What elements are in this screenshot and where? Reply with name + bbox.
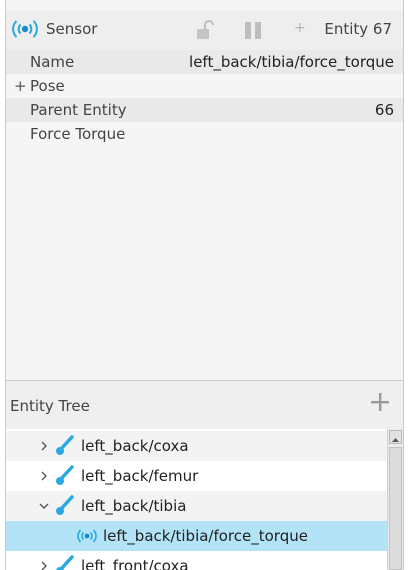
property-label: Name [30, 53, 75, 71]
unlocked-padlock-icon[interactable] [196, 20, 214, 40]
component-inspector-panel: Sensor + Entity 67 Name left_back/tibia/… [5, 0, 404, 570]
sensor-icon [77, 529, 97, 543]
expand-plus-icon[interactable]: + [14, 74, 27, 98]
link-icon [56, 465, 74, 485]
triangle-up-icon [392, 438, 399, 442]
scrollbar-thumb[interactable] [389, 447, 402, 570]
tree-item-label: left_back/femur [81, 467, 199, 485]
tree-item-label: left_back/coxa [81, 437, 189, 455]
plus-icon[interactable]: + [294, 20, 306, 36]
property-label: Pose [30, 77, 65, 95]
component-title: Sensor [46, 20, 98, 38]
link-icon [56, 495, 74, 515]
entity-tree-title: Entity Tree [10, 397, 90, 415]
tree-item-label: left_back/tibia/force_torque [103, 527, 308, 545]
entity-id-label: Entity 67 [324, 20, 392, 38]
entity-tree-list: left_back/coxa left_back/femur left_back… [6, 429, 387, 570]
tree-item-label: left_front/coxa [81, 557, 189, 570]
tree-item[interactable]: left_back/tibia [6, 491, 387, 521]
link-icon [56, 435, 74, 455]
chevron-right-icon[interactable] [38, 470, 50, 482]
property-value-parent-entity[interactable]: 66 [375, 98, 394, 122]
entity-tree-header: Entity Tree [6, 381, 403, 429]
tree-item[interactable]: left_back/femur [6, 461, 387, 491]
property-value-name[interactable]: left_back/tibia/force_torque [189, 50, 394, 74]
tree-item-label: left_back/tibia [81, 497, 187, 515]
pause-icon[interactable] [244, 22, 262, 39]
chevron-down-icon[interactable] [38, 500, 50, 512]
property-row-name: Name left_back/tibia/force_torque [6, 50, 403, 74]
plus-icon[interactable] [369, 391, 391, 413]
property-row-force-torque: Force Torque [6, 122, 403, 146]
chevron-right-icon[interactable] [38, 440, 50, 452]
property-label: Force Torque [30, 125, 126, 143]
link-icon [56, 555, 74, 570]
tree-item-selected[interactable]: left_back/tibia/force_torque [6, 521, 387, 551]
property-label: Parent Entity [30, 101, 127, 119]
tree-item[interactable]: left_back/coxa [6, 431, 387, 461]
property-row-pose[interactable]: + Pose [6, 74, 403, 98]
property-row-parent-entity: Parent Entity 66 [6, 98, 403, 122]
sensor-icon [12, 20, 38, 38]
tree-scrollbar[interactable] [387, 429, 403, 570]
chevron-right-icon[interactable] [38, 560, 50, 570]
component-header: Sensor + Entity 67 [6, 10, 403, 50]
scroll-up-button[interactable] [389, 430, 402, 444]
tree-item[interactable]: left_front/coxa [6, 551, 387, 570]
